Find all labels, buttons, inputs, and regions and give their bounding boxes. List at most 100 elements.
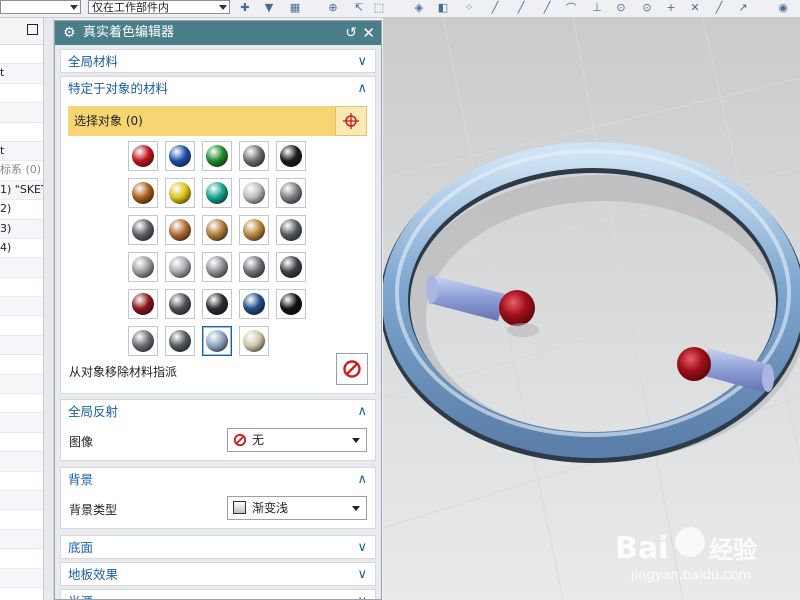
- material-swatch[interactable]: [202, 289, 232, 319]
- material-swatch[interactable]: [202, 178, 232, 208]
- navigator-row[interactable]: t: [0, 64, 43, 84]
- line-icon[interactable]: ╱: [712, 1, 726, 14]
- material-swatch[interactable]: [239, 326, 269, 356]
- material-swatch[interactable]: [239, 178, 269, 208]
- navigator-row[interactable]: [0, 413, 43, 433]
- material-swatch[interactable]: [239, 215, 269, 245]
- material-swatch[interactable]: [239, 289, 269, 319]
- grid-snap-icon[interactable]: ⁘: [462, 1, 476, 14]
- navigator-row[interactable]: 3): [0, 219, 43, 239]
- navigator-row[interactable]: 2): [0, 200, 43, 220]
- rect-select-icon[interactable]: ⬚: [372, 1, 386, 14]
- material-swatch[interactable]: [165, 252, 195, 282]
- endpoint-icon[interactable]: ╱: [540, 1, 554, 14]
- floor-header[interactable]: 底面 ∨: [61, 536, 375, 560]
- material-swatch[interactable]: [202, 215, 232, 245]
- navigator-row[interactable]: [0, 490, 43, 511]
- navigator-row[interactable]: [0, 549, 43, 569]
- material-swatch[interactable]: [276, 215, 306, 245]
- material-swatch[interactable]: [276, 141, 306, 171]
- navigator-row[interactable]: [0, 123, 43, 142]
- arrow-icon[interactable]: ↗: [736, 1, 750, 14]
- material-swatch[interactable]: [165, 141, 195, 171]
- material-swatch[interactable]: [128, 326, 158, 356]
- filter-icon[interactable]: ▼: [262, 1, 276, 14]
- gear-icon[interactable]: ⚙: [63, 21, 76, 45]
- remove-material-button[interactable]: [336, 353, 368, 385]
- material-swatch[interactable]: [239, 141, 269, 171]
- snap-icon[interactable]: ✚: [238, 1, 252, 14]
- material-swatch[interactable]: [276, 178, 306, 208]
- material-swatch[interactable]: [276, 252, 306, 282]
- material-swatch[interactable]: [165, 326, 195, 356]
- image-dropdown[interactable]: 无: [227, 428, 367, 452]
- material-swatch[interactable]: [165, 289, 195, 319]
- material-swatch[interactable]: [239, 252, 269, 282]
- plus-icon[interactable]: +: [664, 1, 678, 14]
- navigator-row[interactable]: [0, 335, 43, 356]
- navigator-row[interactable]: 1) "SKET: [0, 180, 43, 201]
- material-swatch[interactable]: [165, 215, 195, 245]
- floor-effects-header[interactable]: 地板效果 ∨: [61, 563, 375, 587]
- navigator-row[interactable]: [0, 258, 43, 278]
- cursor-icon[interactable]: ⊕: [326, 1, 340, 14]
- view-icon[interactable]: ◉: [776, 1, 790, 14]
- material-swatch[interactable]: [276, 289, 306, 319]
- intersection-icon[interactable]: ✕: [688, 1, 702, 14]
- select-object-button[interactable]: [335, 106, 367, 136]
- reset-icon[interactable]: ↺: [345, 21, 357, 45]
- navigator-row[interactable]: [0, 355, 43, 375]
- navigator-row[interactable]: [0, 316, 43, 336]
- navigator-row[interactable]: 4): [0, 239, 43, 259]
- navigator-row[interactable]: [0, 588, 43, 600]
- navigator-row[interactable]: [0, 297, 43, 317]
- navigator-row[interactable]: t: [0, 141, 43, 162]
- navigator-row[interactable]: [0, 529, 43, 550]
- navigator-row[interactable]: [0, 510, 43, 530]
- filter-add-icon[interactable]: ▦: [288, 1, 302, 14]
- line-snap-icon[interactable]: ╱: [488, 1, 502, 14]
- select-region-icon[interactable]: ↸: [352, 1, 366, 14]
- maximize-icon[interactable]: [27, 24, 38, 35]
- navigator-row[interactable]: [0, 103, 43, 123]
- navigator-row[interactable]: [0, 45, 43, 65]
- material-swatch[interactable]: [128, 252, 158, 282]
- navigator-row[interactable]: [0, 433, 43, 453]
- chevron-down-icon: [219, 5, 227, 10]
- close-icon[interactable]: ✕: [362, 21, 375, 45]
- navigator-row[interactable]: [0, 452, 43, 472]
- center-icon[interactable]: ⊙: [614, 1, 628, 14]
- navigator-row[interactable]: 标系 (0): [0, 161, 43, 181]
- global-materials-header[interactable]: 全局材料 ∨: [61, 50, 375, 74]
- navigator-row[interactable]: [0, 278, 43, 298]
- material-swatch[interactable]: [202, 141, 232, 171]
- type-filter-combo[interactable]: [0, 0, 81, 14]
- eraser-icon[interactable]: ◈: [412, 1, 426, 14]
- material-swatch[interactable]: [128, 178, 158, 208]
- material-swatch[interactable]: [128, 289, 158, 319]
- material-swatch[interactable]: [202, 252, 232, 282]
- material-swatch[interactable]: [128, 141, 158, 171]
- midpoint-icon[interactable]: ╱: [514, 1, 528, 14]
- navigator-row[interactable]: [0, 394, 43, 414]
- select-object-row[interactable]: 选择对象 (0): [68, 106, 340, 136]
- panel-splitter[interactable]: [44, 18, 54, 600]
- navigator-row[interactable]: [0, 84, 43, 104]
- selection-scope-combo[interactable]: 仅在工作部件内: [88, 0, 230, 14]
- material-swatch[interactable]: [165, 178, 195, 208]
- perpendicular-icon[interactable]: ⊥: [590, 1, 604, 14]
- navigator-row[interactable]: [0, 374, 43, 395]
- background-type-dropdown[interactable]: 渐变浅: [227, 496, 367, 520]
- material-swatch[interactable]: [202, 326, 232, 356]
- global-reflection-header[interactable]: 全局反射 ∧: [61, 400, 375, 424]
- navigator-row[interactable]: [0, 568, 43, 588]
- quadrant-icon[interactable]: ⊙: [640, 1, 654, 14]
- cube-icon[interactable]: ◧: [436, 1, 450, 14]
- material-swatch[interactable]: [128, 215, 158, 245]
- tangent-icon[interactable]: ⌒: [564, 1, 578, 15]
- navigator-row[interactable]: [0, 472, 43, 491]
- graphics-viewport[interactable]: Bai 经验 jingyan.baidu.com: [383, 18, 800, 600]
- lights-header[interactable]: 光源 ∨: [61, 590, 375, 599]
- background-header[interactable]: 背景 ∧: [61, 468, 375, 492]
- object-materials-header[interactable]: 特定于对象的材料 ∧: [61, 77, 375, 101]
